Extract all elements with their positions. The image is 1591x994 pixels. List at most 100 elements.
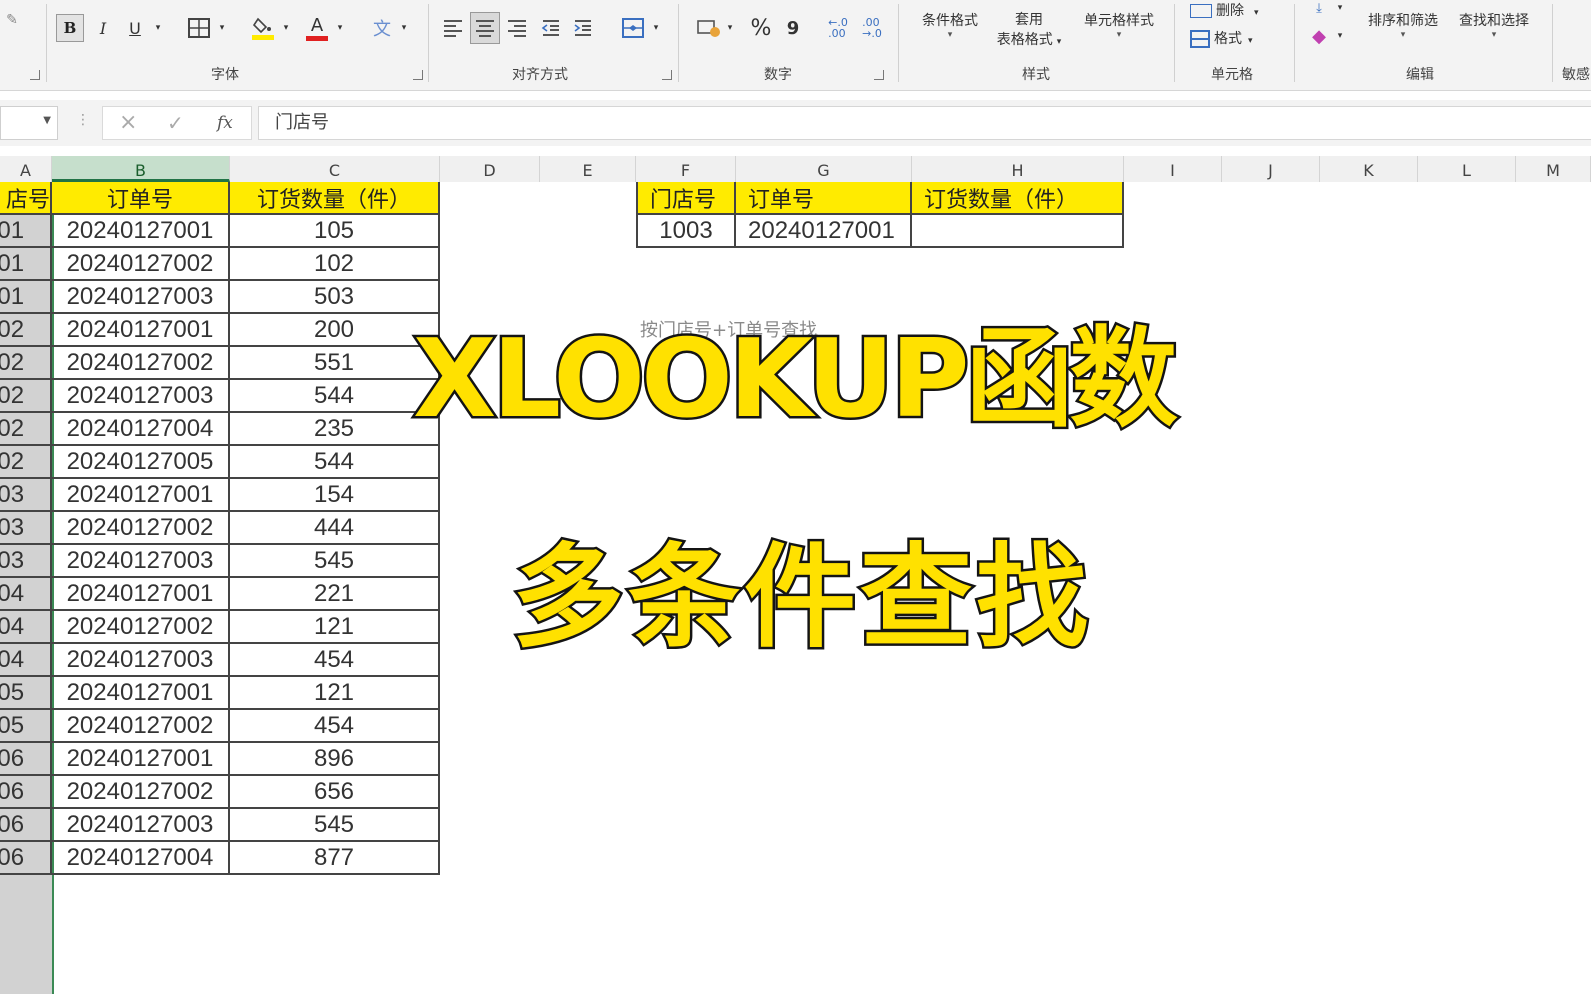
column-header-f[interactable]: F: [636, 156, 736, 182]
column-header-k[interactable]: K: [1320, 156, 1418, 182]
table1-cell[interactable]: 002: [0, 314, 52, 347]
align-center-icon[interactable]: [470, 12, 500, 44]
bold-button[interactable]: B: [56, 14, 84, 42]
sort-filter-button[interactable]: 排序和筛选 ▾: [1358, 10, 1448, 40]
table1-cell[interactable]: 001: [0, 281, 52, 314]
table1-cell[interactable]: 154: [230, 479, 440, 512]
table1-cell[interactable]: 121: [230, 611, 440, 644]
insert-function-icon[interactable]: fx: [217, 113, 233, 133]
fill-dropdown-icon[interactable]: ▾: [1334, 0, 1346, 16]
table1-cell[interactable]: 20240127002: [52, 512, 230, 545]
table1-cell[interactable]: 005: [0, 710, 52, 743]
table1-cell[interactable]: 544: [230, 446, 440, 479]
italic-button[interactable]: I: [92, 14, 114, 42]
table1-cell[interactable]: 006: [0, 743, 52, 776]
chevron-down-icon[interactable]: ▼: [43, 115, 51, 126]
borders-dropdown-icon[interactable]: ▾: [216, 14, 228, 42]
more-options-icon[interactable]: ⋮: [76, 112, 90, 128]
table1-cell[interactable]: 545: [230, 545, 440, 578]
table1-header-2[interactable]: 订货数量（件）: [230, 182, 440, 215]
table1-cell[interactable]: 20240127003: [52, 809, 230, 842]
conditional-formatting-button[interactable]: 条件格式 ▾: [908, 10, 992, 40]
table2-header-1[interactable]: 订单号: [736, 182, 912, 215]
table1-cell[interactable]: 102: [230, 248, 440, 281]
table1-cell[interactable]: 656: [230, 776, 440, 809]
cell-styles-button[interactable]: 单元格样式 ▾: [1074, 10, 1164, 40]
table2-header-0[interactable]: 门店号: [636, 182, 736, 215]
merge-dropdown-icon[interactable]: ▾: [650, 14, 662, 42]
result-cell[interactable]: [912, 215, 1124, 248]
table1-cell[interactable]: 551: [230, 347, 440, 380]
table1-cell[interactable]: 454: [230, 644, 440, 677]
table1-cell[interactable]: 235: [230, 413, 440, 446]
table1-cell[interactable]: 20240127001: [52, 578, 230, 611]
table1-cell[interactable]: 006: [0, 776, 52, 809]
phonetic-guide-icon[interactable]: 文: [370, 14, 394, 42]
table1-cell[interactable]: 20240127001: [52, 743, 230, 776]
fill-color-dropdown-icon[interactable]: ▾: [280, 14, 292, 42]
table1-cell[interactable]: 004: [0, 578, 52, 611]
table1-cell[interactable]: 105: [230, 215, 440, 248]
table1-cell[interactable]: 002: [0, 446, 52, 479]
table1-cell[interactable]: 20240127002: [52, 347, 230, 380]
column-header-l[interactable]: L: [1418, 156, 1516, 182]
table1-cell[interactable]: 004: [0, 611, 52, 644]
enter-icon[interactable]: ✓: [167, 111, 184, 135]
table1-cell[interactable]: 896: [230, 743, 440, 776]
table1-cell[interactable]: 20240127004: [52, 842, 230, 875]
table1-cell[interactable]: 20240127003: [52, 545, 230, 578]
alignment-dialog-launcher[interactable]: [662, 70, 672, 80]
decrease-indent-icon[interactable]: [540, 16, 562, 40]
table1-header-0[interactable]: 店号: [0, 182, 52, 215]
phonetic-dropdown-icon[interactable]: ▾: [398, 14, 410, 42]
align-right-icon[interactable]: [506, 16, 528, 40]
underline-button[interactable]: U: [124, 14, 146, 42]
underline-dropdown-icon[interactable]: ▾: [152, 14, 164, 42]
table2-input-cell[interactable]: 1003: [636, 215, 736, 248]
accounting-format-icon[interactable]: [696, 14, 722, 42]
fill-down-icon[interactable]: ⤓: [1306, 0, 1332, 16]
delete-cells-button[interactable]: 删除 ▾: [1190, 0, 1259, 20]
table1-cell[interactable]: 002: [0, 413, 52, 446]
format-as-table-button[interactable]: 套用 表格格式 ▾: [986, 10, 1072, 52]
table1-cell[interactable]: 20240127001: [52, 215, 230, 248]
increase-decimal-icon[interactable]: ←.0.00: [824, 14, 852, 42]
table1-cell[interactable]: 454: [230, 710, 440, 743]
align-left-icon[interactable]: [442, 16, 464, 40]
find-select-button[interactable]: 查找和选择 ▾: [1446, 10, 1542, 40]
table1-cell[interactable]: 20240127001: [52, 314, 230, 347]
table2-input-cell[interactable]: 20240127001: [736, 215, 912, 248]
column-header-d[interactable]: D: [440, 156, 540, 182]
table1-cell[interactable]: 444: [230, 512, 440, 545]
table1-cell[interactable]: 200: [230, 314, 440, 347]
table1-cell[interactable]: 221: [230, 578, 440, 611]
format-cells-button[interactable]: 格式 ▾: [1190, 28, 1253, 48]
column-header-m[interactable]: M: [1516, 156, 1591, 182]
table1-header-1[interactable]: 订单号: [52, 182, 230, 215]
percent-style-button[interactable]: %: [748, 14, 774, 42]
cancel-icon[interactable]: ×: [119, 110, 137, 135]
column-header-e[interactable]: E: [540, 156, 636, 182]
table1-cell[interactable]: 503: [230, 281, 440, 314]
increase-indent-icon[interactable]: [572, 16, 594, 40]
fill-color-icon[interactable]: [250, 12, 276, 44]
comma-style-button[interactable]: 9: [784, 14, 802, 42]
table1-cell[interactable]: 545: [230, 809, 440, 842]
table1-cell[interactable]: 20240127003: [52, 644, 230, 677]
table1-cell[interactable]: 002: [0, 347, 52, 380]
table1-cell[interactable]: 20240127003: [52, 281, 230, 314]
column-header-c[interactable]: C: [230, 156, 440, 182]
column-header-j[interactable]: J: [1222, 156, 1320, 182]
column-header-i[interactable]: I: [1124, 156, 1222, 182]
clear-dropdown-icon[interactable]: ▾: [1334, 24, 1346, 48]
column-header-a[interactable]: A: [0, 156, 52, 182]
column-header-b[interactable]: B: [52, 156, 230, 182]
table1-cell[interactable]: 005: [0, 677, 52, 710]
borders-icon[interactable]: [186, 14, 212, 42]
formula-input[interactable]: 门店号: [258, 106, 1591, 140]
table1-cell[interactable]: 121: [230, 677, 440, 710]
table1-cell[interactable]: 001: [0, 215, 52, 248]
table1-cell[interactable]: 006: [0, 842, 52, 875]
table1-cell[interactable]: 003: [0, 512, 52, 545]
table1-cell[interactable]: 20240127002: [52, 710, 230, 743]
